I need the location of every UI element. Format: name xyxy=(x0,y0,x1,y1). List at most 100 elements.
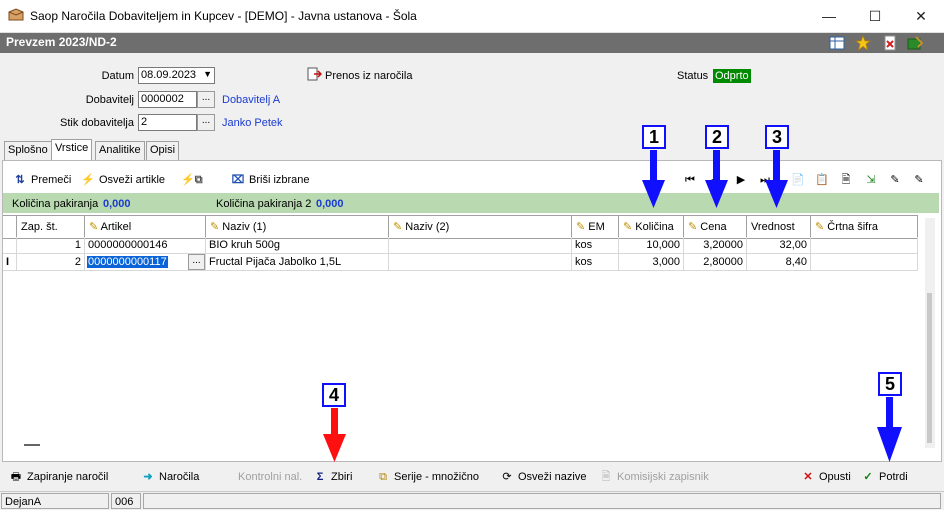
first-record-button[interactable]: ⏮ xyxy=(682,172,698,188)
report-icon: 🗎 xyxy=(601,471,611,483)
column-header-artikel[interactable]: ✎ Artikel xyxy=(85,216,206,238)
edit-all-button[interactable]: ✎ xyxy=(911,172,927,188)
zbiri-label: Zbiri xyxy=(331,471,353,483)
stik-field[interactable]: 2 xyxy=(138,114,197,131)
brisi-izbrane-button[interactable]: ⌧ Briši izbrane xyxy=(230,172,310,188)
minimize-button[interactable]: — xyxy=(806,0,852,32)
serije-mnozicno-button[interactable]: ⧉ Serije - množično xyxy=(375,468,479,486)
narocila-button[interactable]: ➜ Naročila xyxy=(140,468,199,486)
stik-name: Janko Petek xyxy=(222,117,283,129)
cell-naziv-1[interactable]: BIO kruh 500g xyxy=(206,237,389,253)
insert-row-button[interactable]: ⇲ xyxy=(863,172,879,188)
cell-naziv-2[interactable] xyxy=(389,237,572,253)
premeci-button[interactable]: ⇅ Premeči xyxy=(12,172,71,188)
close-button[interactable]: ✕ xyxy=(898,0,944,32)
column-header-kolicina[interactable]: ✎ Količina xyxy=(619,216,684,238)
table-row[interactable]: 1 0000000000146 BIO kruh 500g kos 10,000… xyxy=(3,237,918,254)
annotation-marker-1: 1 xyxy=(642,125,666,149)
kontrolni-nal-label: Kontrolni nal. xyxy=(238,471,303,483)
column-header-crtna-sifra[interactable]: ✎ Črtna šifra xyxy=(811,216,918,238)
cell-artikel[interactable]: 0000000000117 xyxy=(87,256,168,268)
row-selector[interactable] xyxy=(3,237,17,253)
copy-row-button[interactable]: 📄 xyxy=(790,172,806,188)
cell-zap-st[interactable]: 1 xyxy=(17,237,85,253)
column-header-naziv-2-label: Naziv (2) xyxy=(405,221,450,233)
komisijski-zapisnik-button[interactable]: 🗎 Komisijski zapisnik xyxy=(598,468,709,486)
bulk-edit-button[interactable]: ⚡⧉ xyxy=(181,172,203,188)
cell-zap-st[interactable]: 2 xyxy=(17,254,85,270)
previous-record-button[interactable]: ◀ xyxy=(707,172,723,188)
status-bar: DejanA 006 xyxy=(0,491,944,510)
tab-opisi[interactable]: Opisi xyxy=(146,141,180,160)
pencil-icon: ✎ xyxy=(623,221,633,233)
kontrolni-nal-button[interactable]: Kontrolni nal. xyxy=(238,468,302,486)
cell-vrednost[interactable]: 32,00 xyxy=(747,237,811,253)
artikel-lookup-button[interactable]: ... xyxy=(188,254,205,270)
quantity-bar xyxy=(3,193,939,213)
column-header-zap-st[interactable]: Zap. št. xyxy=(17,216,85,238)
dobavitelj-field[interactable]: 0000002 xyxy=(138,91,197,108)
osvezi-nazive-label: Osveži nazive xyxy=(518,471,587,483)
next-record-button[interactable]: ▶ xyxy=(733,172,749,188)
kolicina-pakiranja-2-value: 0,000 xyxy=(316,198,344,210)
favorite-star-icon[interactable] xyxy=(855,35,871,51)
cell-kolicina[interactable]: 3,000 xyxy=(619,254,684,270)
cell-artikel[interactable]: 0000000000146 xyxy=(85,237,206,253)
maximize-button[interactable]: ☐ xyxy=(852,0,898,32)
last-record-button[interactable]: ⏭ xyxy=(757,172,773,188)
opusti-button[interactable]: ✕ Opusti xyxy=(800,468,851,486)
delete-document-icon[interactable] xyxy=(882,35,898,51)
row-indicator[interactable]: I xyxy=(3,254,17,270)
new-row-button[interactable]: 🗎 xyxy=(838,172,854,188)
edit-row-button[interactable]: ✎ xyxy=(887,172,903,188)
column-header-naziv-2[interactable]: ✎ Naziv (2) xyxy=(389,216,572,238)
osvezi-nazive-button[interactable]: ⟳ Osveži nazive xyxy=(499,468,586,486)
zapiranje-narocil-button[interactable]: 🖶 Zapiranje naročil xyxy=(8,468,109,486)
prenos-iz-narocila-button[interactable]: Prenos iz naročila xyxy=(325,70,412,82)
datum-field[interactable]: 08.09.2023 ▼ xyxy=(138,67,215,84)
grid-header: Zap. št. ✎ Artikel ✎ Naziv (1) ✎ Naziv (… xyxy=(3,215,918,239)
tab-vrstice[interactable]: Vrstice xyxy=(51,139,93,160)
cell-naziv-2[interactable] xyxy=(389,254,572,270)
cell-em[interactable]: kos xyxy=(572,254,619,270)
cell-crtna-sifra[interactable] xyxy=(811,254,918,270)
cell-vrednost[interactable]: 8,40 xyxy=(747,254,811,270)
cell-em[interactable]: kos xyxy=(572,237,619,253)
close-orders-icon: 🖶 xyxy=(10,471,22,483)
paste-row-button[interactable]: 📋 xyxy=(814,172,830,188)
vertical-scrollbar[interactable] xyxy=(925,218,935,448)
zbiri-button[interactable]: Σ Zbiri xyxy=(312,468,353,486)
first-record-icon: ⏮ xyxy=(685,174,695,186)
cell-crtna-sifra[interactable] xyxy=(811,237,918,253)
stik-lookup-button[interactable]: ... xyxy=(197,114,215,131)
potrdi-button[interactable]: ✓ Potrdi xyxy=(860,468,907,486)
cell-naziv-1[interactable]: Fructal Pijača Jabolko 1,5L xyxy=(206,254,389,270)
column-header-cena[interactable]: ✎ Cena xyxy=(684,216,747,238)
column-header-vrednost[interactable]: Vrednost xyxy=(747,216,811,238)
table-row[interactable]: I 2 0000000000117 ... Fructal Pijača Jab… xyxy=(3,254,918,271)
collapse-handle[interactable] xyxy=(24,444,40,446)
transfer-icon xyxy=(306,67,323,81)
book-icon[interactable] xyxy=(907,35,923,51)
kolicina-pakiranja-label: Količina pakiranja xyxy=(12,198,99,210)
osvezi-artikle-label: Osveži artikle xyxy=(99,174,166,186)
status-message xyxy=(143,493,941,509)
dobavitelj-lookup-button[interactable]: ... xyxy=(197,91,215,108)
column-header-crtna-sifra-label: Črtna šifra xyxy=(827,221,879,233)
cell-cena[interactable]: 3,20000 xyxy=(684,237,747,253)
scrollbar-thumb[interactable] xyxy=(927,293,932,443)
cell-kolicina[interactable]: 10,000 xyxy=(619,237,684,253)
cell-cena[interactable]: 2,80000 xyxy=(684,254,747,270)
column-header-naziv-1[interactable]: ✎ Naziv (1) xyxy=(206,216,389,238)
table-icon[interactable] xyxy=(829,35,845,51)
tab-analitike[interactable]: Analitike xyxy=(95,141,145,160)
osvezi-artikle-button[interactable]: ⚡ Osveži artikle xyxy=(80,172,165,188)
document-header xyxy=(0,33,944,53)
arrow-right-icon: ➜ xyxy=(143,471,153,483)
tab-splosno[interactable]: Splošno xyxy=(4,141,52,160)
column-header-em[interactable]: ✎ EM xyxy=(572,216,619,238)
annotation-marker-3: 3 xyxy=(765,125,789,149)
cell-artikel-editor[interactable]: 0000000000117 ... xyxy=(85,254,206,270)
chevron-down-icon[interactable]: ▼ xyxy=(203,69,212,79)
opusti-label: Opusti xyxy=(819,471,851,483)
